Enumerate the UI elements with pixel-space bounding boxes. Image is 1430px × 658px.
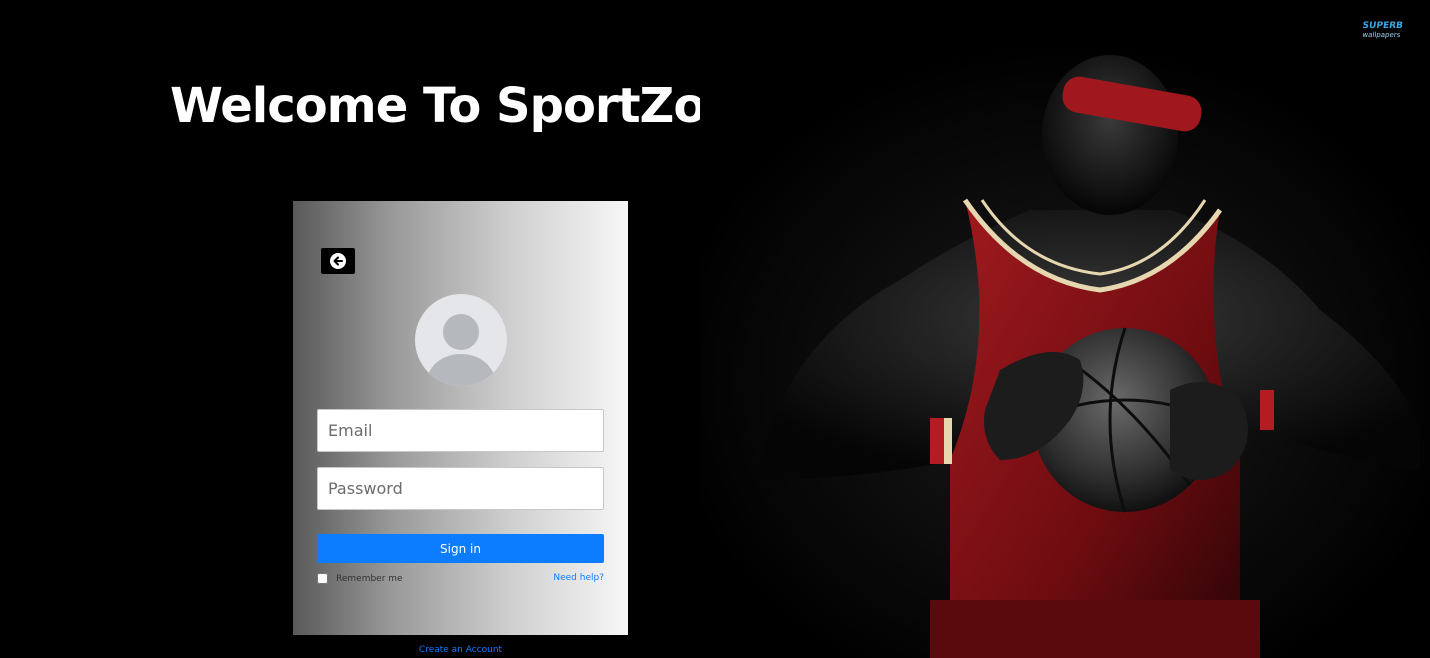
watermark-logo: SUPERB wallpapers: [1361, 21, 1404, 39]
back-button[interactable]: [321, 248, 355, 274]
basketball-player-image: [700, 40, 1430, 658]
remember-me-label: Remember me: [336, 573, 403, 584]
login-page: SUPERB wallpapers Welcome To SportZoneHu…: [0, 0, 1430, 658]
email-field[interactable]: [317, 409, 604, 452]
arrow-left-circle-icon: [330, 253, 346, 269]
create-account-link[interactable]: Create an Account: [293, 645, 628, 655]
password-field[interactable]: [317, 467, 604, 510]
need-help-link[interactable]: Need help?: [553, 573, 604, 583]
remember-me[interactable]: Remember me: [317, 573, 403, 584]
user-avatar-icon: [415, 294, 507, 386]
remember-me-checkbox[interactable]: [317, 573, 328, 584]
login-card: Sign in Remember me Need help?: [293, 201, 628, 635]
sign-in-button[interactable]: Sign in: [317, 534, 604, 563]
